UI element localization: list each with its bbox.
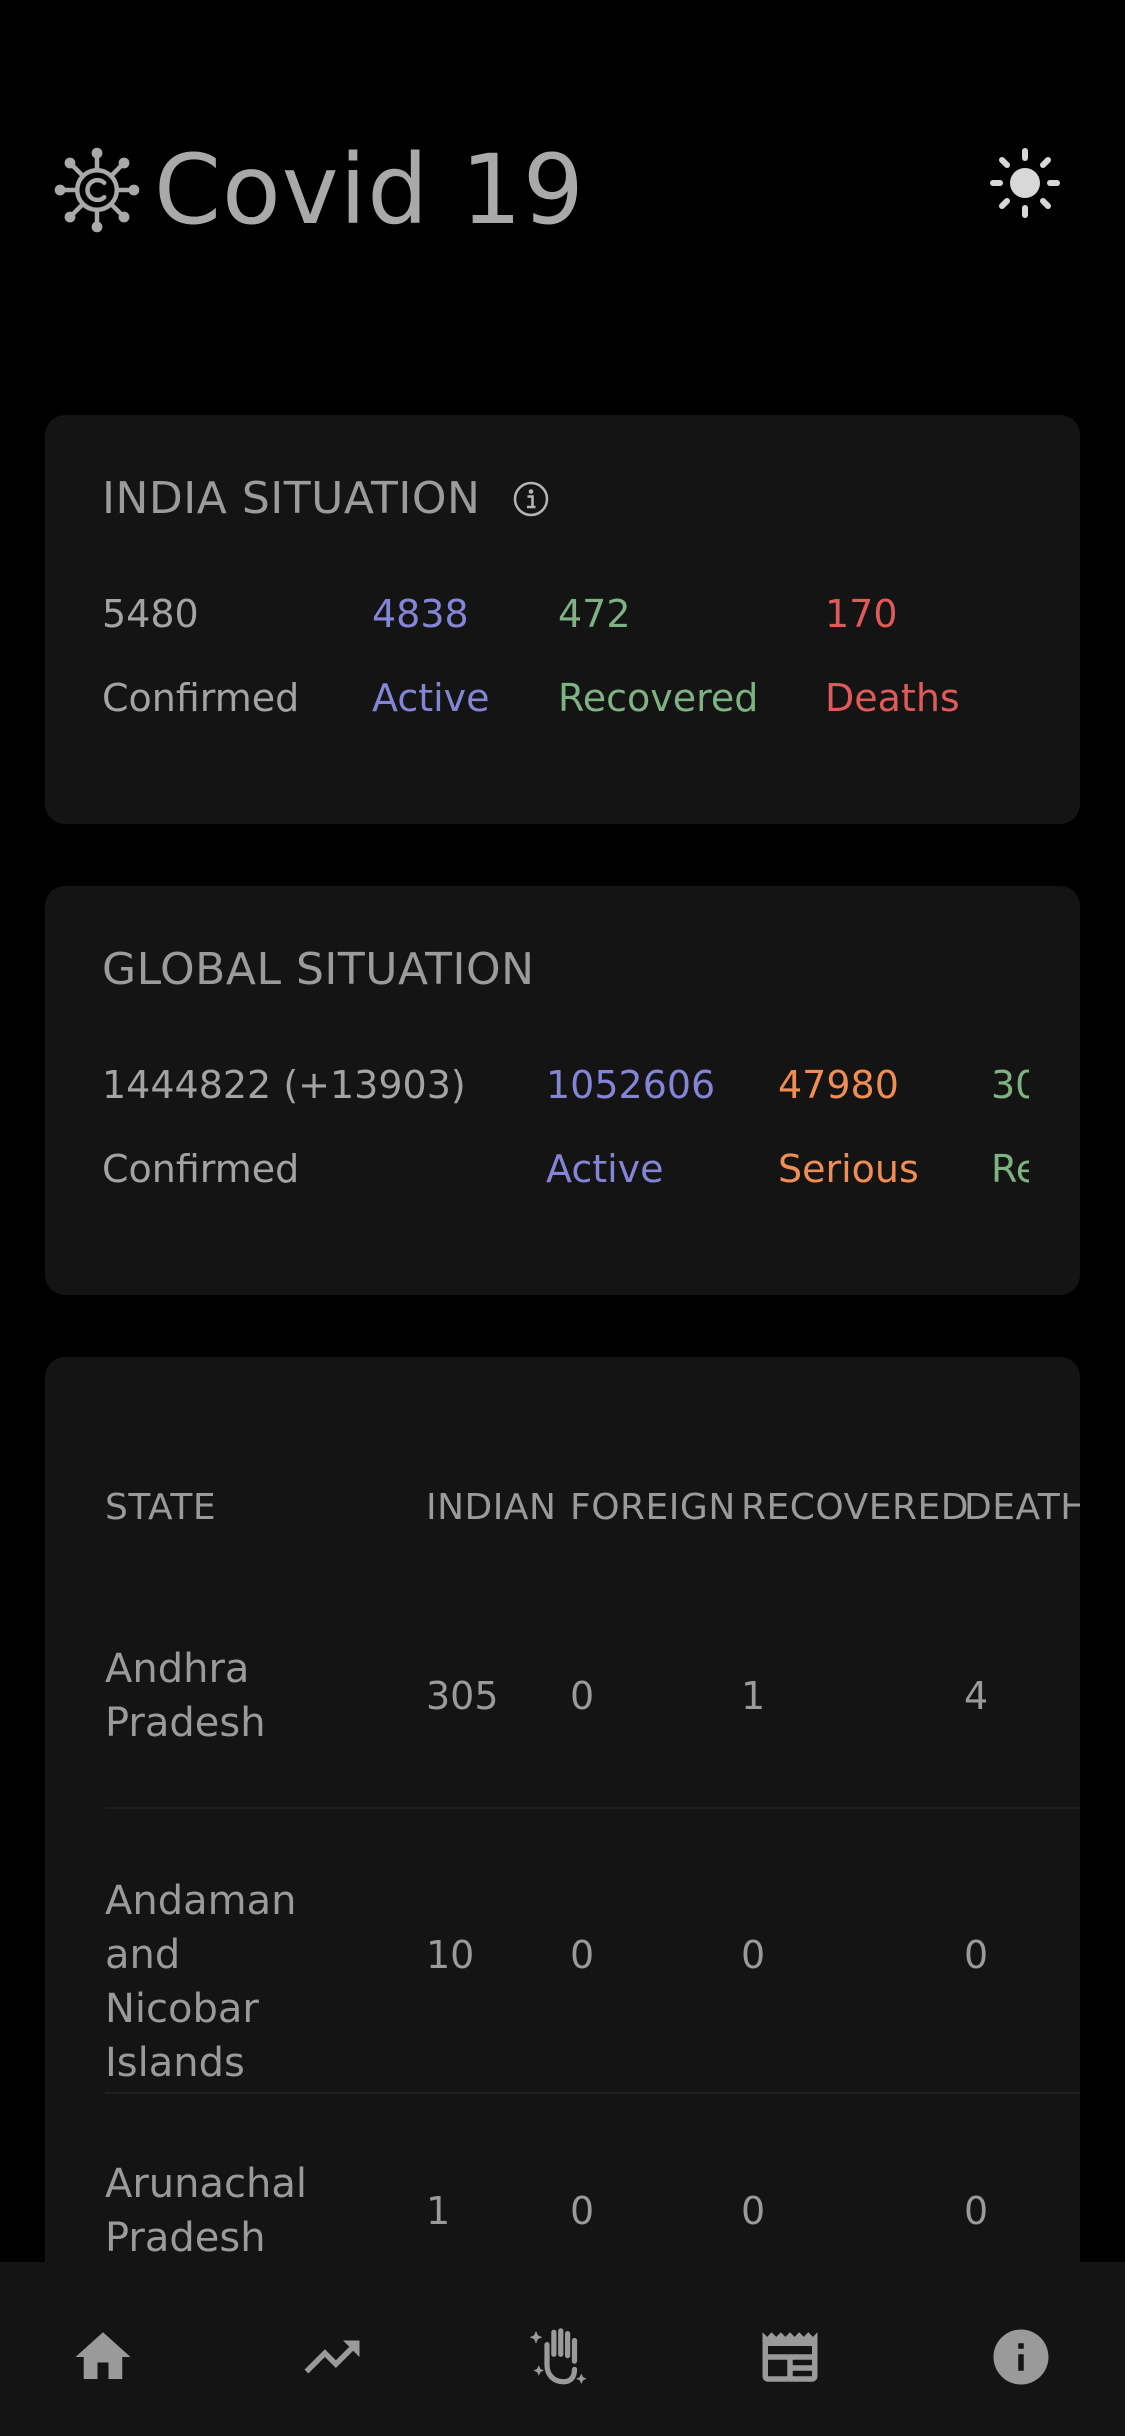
cell-indian: 1	[426, 2189, 451, 2233]
header-deaths[interactable]: DEATHS	[964, 1487, 1080, 1528]
cell-recovered: 0	[741, 2189, 766, 2233]
india-card-title: INDIA SITUATION	[102, 473, 550, 524]
stat-value: 1052606	[546, 1063, 716, 1107]
app-screen: Covid 19 INDIA SITUATION 5480 Confirmed …	[0, 0, 1125, 2436]
cell-indian: 305	[426, 1674, 499, 1718]
cell-state: Andaman and Nicobar Islands	[105, 1878, 297, 2086]
stat-label: Deaths	[825, 676, 960, 720]
global-stat-confirmed: 1444822 (+13903) Confirmed	[102, 1066, 466, 1188]
stat-value: 4838	[372, 592, 469, 636]
stat-value: 5480	[102, 592, 199, 636]
stat-label: Confirmed	[102, 1147, 300, 1191]
stat-label: Serious	[778, 1147, 919, 1191]
cell-deaths: 4	[964, 1674, 989, 1718]
table-row[interactable]: Arunachal Pradesh 1 0 0 0	[105, 2157, 1080, 2277]
stat-label: Recovered	[558, 676, 759, 720]
stat-label: Active	[546, 1147, 664, 1191]
cell-deaths: 0	[964, 1933, 989, 1977]
home-icon[interactable]	[70, 2324, 136, 2390]
app-header: Covid 19	[52, 135, 585, 245]
header-recovered[interactable]: RECOVERED	[741, 1487, 969, 1528]
newspaper-icon[interactable]	[757, 2324, 823, 2390]
bottom-nav	[0, 2262, 1125, 2436]
header-indian[interactable]: INDIAN	[426, 1487, 556, 1528]
trending-icon[interactable]	[299, 2324, 365, 2390]
cell-recovered: 0	[741, 1933, 766, 1977]
india-stat-recovered: 472 Recovered	[558, 595, 758, 717]
india-stat-deaths: 170 Deaths	[825, 595, 960, 717]
stat-value: 170	[825, 592, 898, 636]
header-foreign[interactable]: FOREIGN	[570, 1487, 736, 1528]
stat-value: 472	[558, 592, 631, 636]
global-situation-card: GLOBAL SITUATION 1444822 (+13903) Confir…	[45, 886, 1080, 1295]
stat-value: 47980	[778, 1063, 899, 1107]
global-stats-scroller[interactable]: 1444822 (+13903) Confirmed 1052606 Activ…	[45, 886, 1080, 1295]
sun-icon[interactable]	[990, 148, 1060, 218]
app-title: Covid 19	[154, 134, 585, 246]
cell-state: Andhra Pradesh	[105, 1646, 266, 1746]
global-stat-serious: 47980 Serious	[778, 1066, 919, 1188]
global-stat-recovered: 3091 Reco	[991, 1066, 1029, 1188]
info-icon[interactable]	[988, 2324, 1054, 2390]
cell-deaths: 0	[964, 2189, 989, 2233]
row-divider	[105, 1807, 1080, 1809]
global-stat-active: 1052606 Active	[546, 1066, 715, 1188]
cell-state: Arunachal Pradesh	[105, 2161, 307, 2261]
virus-icon	[54, 147, 140, 233]
cell-indian: 10	[426, 1933, 475, 1977]
row-divider	[105, 2092, 1080, 2094]
india-stat-active: 4838 Active	[372, 595, 490, 717]
cell-foreign: 0	[570, 1674, 595, 1718]
stat-label: Confirmed	[102, 676, 300, 720]
cell-foreign: 0	[570, 2189, 595, 2233]
stat-label: Reco	[991, 1147, 1029, 1191]
cell-recovered: 1	[741, 1674, 766, 1718]
table-row[interactable]: Andaman and Nicobar Islands 10 0 0 0	[105, 1874, 1080, 2086]
stat-value: 1444822 (+13903)	[102, 1063, 466, 1107]
hand-sanitize-icon[interactable]	[525, 2324, 591, 2390]
info-icon[interactable]	[512, 480, 550, 518]
india-title-text: INDIA SITUATION	[102, 473, 481, 524]
india-stat-confirmed: 5480 Confirmed	[102, 595, 299, 717]
stat-value: 3091	[991, 1063, 1029, 1107]
table-row[interactable]: Andhra Pradesh 305 0 1 4	[105, 1642, 1080, 1762]
header-state[interactable]: STATE	[105, 1487, 216, 1528]
india-situation-card: INDIA SITUATION 5480 Confirmed 4838 Acti…	[45, 415, 1080, 824]
cell-foreign: 0	[570, 1933, 595, 1977]
stat-label: Active	[372, 676, 490, 720]
